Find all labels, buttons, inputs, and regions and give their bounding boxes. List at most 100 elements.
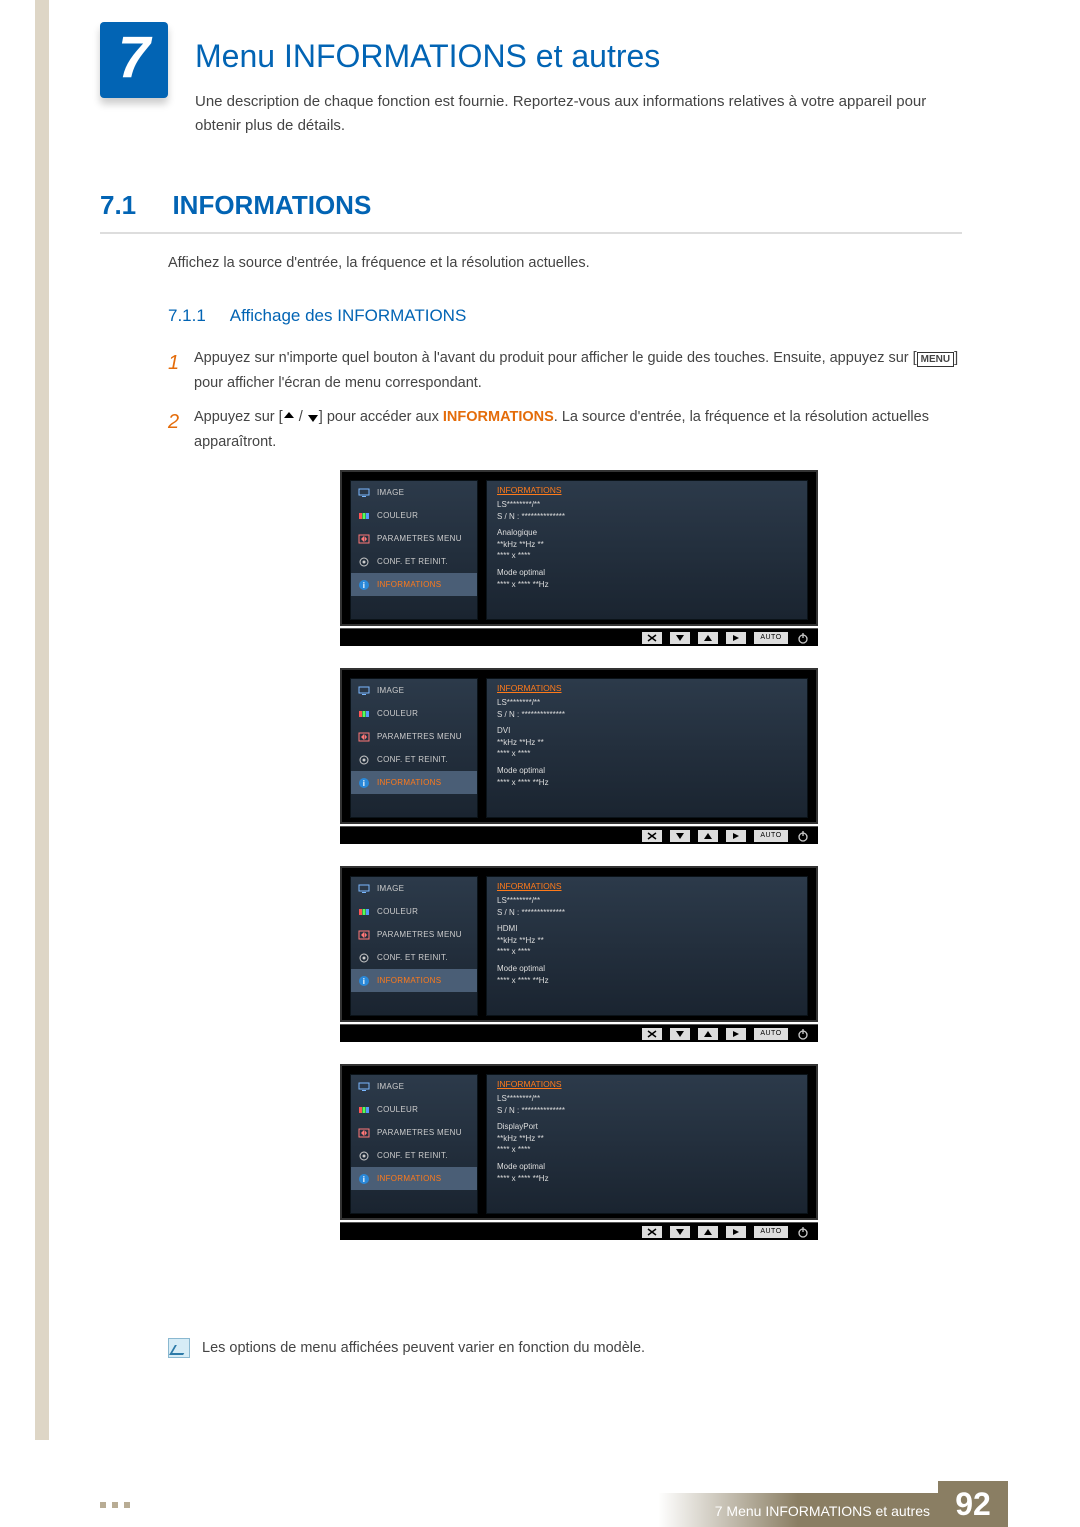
osd-panel-title: INFORMATIONS <box>487 679 807 695</box>
osd-resolution: **** x **** <box>497 550 797 562</box>
svg-text:i: i <box>363 977 366 986</box>
osd-menu-item: CONF. ET REINIT. <box>351 1144 477 1167</box>
footer: 7 Menu INFORMATIONS et autres 92 <box>0 1481 1080 1527</box>
chapter-number-badge: 7 <box>100 22 168 98</box>
osd-optimal-value: **** x **** **Hz <box>497 975 797 987</box>
osd-frequency: **kHz **Hz ** <box>497 935 797 947</box>
osd-menu-item: i INFORMATIONS <box>351 573 477 596</box>
svg-text:i: i <box>363 1175 366 1184</box>
osd-serial: S / N : ************** <box>497 511 797 523</box>
step-number: 2 <box>168 405 194 454</box>
svg-text:i: i <box>363 779 366 788</box>
menu-item-label: IMAGE <box>377 884 404 893</box>
menu-item-icon <box>357 754 371 766</box>
subsection-title: Affichage des INFORMATIONS <box>230 306 467 325</box>
down-arrow-icon <box>670 1226 690 1238</box>
osd-frequency: **kHz **Hz ** <box>497 539 797 551</box>
menu-item-icon <box>357 533 371 545</box>
note: Les options de menu affichées peuvent va… <box>168 1338 958 1358</box>
page-number: 92 <box>938 1481 1008 1527</box>
osd-menu-list: IMAGE COULEUR PARAMETRES MENU CONF. ET REIN… <box>350 480 478 620</box>
section-text: Affichez la source d'entrée, la fréquenc… <box>168 255 958 271</box>
down-arrow-icon <box>670 632 690 644</box>
osd-serial: S / N : ************** <box>497 1105 797 1117</box>
step-text: Appuyez sur [ / ] pour accéder aux INFOR… <box>194 405 968 454</box>
menu-item-icon <box>357 929 371 941</box>
osd-panel-body: LS********/**S / N : **************DVI**… <box>487 695 807 790</box>
menu-item-icon <box>357 1104 371 1116</box>
menu-item-icon <box>357 487 371 499</box>
osd-panel-title: INFORMATIONS <box>487 877 807 893</box>
menu-item-label: INFORMATIONS <box>377 976 441 985</box>
auto-button: AUTO <box>754 1226 788 1238</box>
osd-button-bar: AUTO <box>340 628 818 646</box>
menu-item-label: COULEUR <box>377 511 418 520</box>
osd-resolution: **** x **** <box>497 946 797 958</box>
menu-item-label: COULEUR <box>377 709 418 718</box>
osd-source: HDMI <box>497 923 797 935</box>
osd-panel-title: INFORMATIONS <box>487 481 807 497</box>
osd-info-panel: INFORMATIONSLS********/**S / N : *******… <box>486 678 808 818</box>
osd-serial: S / N : ************** <box>497 907 797 919</box>
highlight-text: INFORMATIONS <box>443 409 554 425</box>
osd-model: LS********/** <box>497 895 797 907</box>
osd-source: DVI <box>497 725 797 737</box>
close-icon <box>642 1028 662 1040</box>
right-arrow-icon <box>726 1226 746 1238</box>
osd-optimal-value: **** x **** **Hz <box>497 777 797 789</box>
osd-frequency: **kHz **Hz ** <box>497 1133 797 1145</box>
menu-item-label: PARAMETRES MENU <box>377 1128 462 1137</box>
osd-menu-list: IMAGECOULEURPARAMETRES MENUCONF. ET REIN… <box>350 678 478 818</box>
osd-menu-item: COULEUR <box>351 702 477 725</box>
menu-item-label: INFORMATIONS <box>377 580 441 589</box>
osd-menu-item: PARAMETRES MENU <box>351 527 477 550</box>
osd-menu-list: IMAGECOULEURPARAMETRES MENUCONF. ET REIN… <box>350 1074 478 1214</box>
menu-item-label: CONF. ET REINIT. <box>377 557 448 566</box>
osd-menu-item: PARAMETRES MENU <box>351 923 477 946</box>
auto-button: AUTO <box>754 632 788 644</box>
osd-menu-item: COULEUR <box>351 504 477 527</box>
osd-model: LS********/** <box>497 697 797 709</box>
menu-item-icon <box>357 510 371 522</box>
down-arrow-icon <box>670 1028 690 1040</box>
osd-info-panel: INFORMATIONS LS********/**S / N : *******… <box>486 876 808 1016</box>
osd-menu-list: IMAGECOULEURPARAMETRES MENUCONF. ET REIN… <box>350 876 478 1016</box>
osd-source: Analogique <box>497 527 797 539</box>
osd-menu-item: IMAGE <box>351 679 477 702</box>
menu-item-icon: i <box>357 579 371 591</box>
menu-item-icon <box>357 685 371 697</box>
footer-breadcrumb: 7 Menu INFORMATIONS et autres <box>715 1503 930 1519</box>
menu-item-icon: i <box>357 1173 371 1185</box>
osd-block: IMAGE COULEUR PARAMETRES MENU CONF. ET REIN… <box>340 470 818 646</box>
menu-item-label: PARAMETRES MENU <box>377 534 462 543</box>
close-icon <box>642 830 662 842</box>
section-title: INFORMATIONS <box>172 190 371 220</box>
footer-dots <box>100 1495 140 1501</box>
menu-item-icon <box>357 556 371 568</box>
menu-item-label: PARAMETRES MENU <box>377 732 462 741</box>
osd-menu-item: i INFORMATIONS <box>351 969 477 992</box>
auto-button: AUTO <box>754 830 788 842</box>
chapter-description: Une description de chaque fonction est f… <box>195 90 935 138</box>
steps-list: 1 Appuyez sur n'importe quel bouton à l'… <box>168 346 968 465</box>
step-1: 1 Appuyez sur n'importe quel bouton à l'… <box>168 346 968 395</box>
osd-menu-item: IMAGE <box>351 481 477 504</box>
menu-item-icon <box>357 1150 371 1162</box>
osd-panel-body: LS********/**S / N : **************Analo… <box>487 497 807 592</box>
osd-panel-body: LS********/**S / N : **************HDMI*… <box>487 893 807 988</box>
osd-menu-item: i INFORMATIONS <box>351 1167 477 1190</box>
menu-item-icon: i <box>357 975 371 987</box>
right-arrow-icon <box>726 632 746 644</box>
menu-item-icon <box>357 906 371 918</box>
osd-info-panel: INFORMATIONSLS********/**S / N : *******… <box>486 480 808 620</box>
page: 7 Menu INFORMATIONS et autres Une descri… <box>0 0 1080 1527</box>
osd-frequency: **kHz **Hz ** <box>497 737 797 749</box>
note-icon <box>168 1338 190 1358</box>
subsection-heading: 7.1.1 Affichage des INFORMATIONS <box>168 306 466 326</box>
menu-item-label: IMAGE <box>377 1082 404 1091</box>
up-down-arrow-icon: / <box>283 411 319 423</box>
section-number: 7.1 <box>100 190 168 221</box>
right-arrow-icon <box>726 830 746 842</box>
step-number: 1 <box>168 346 194 395</box>
menu-item-label: INFORMATIONS <box>377 1174 441 1183</box>
